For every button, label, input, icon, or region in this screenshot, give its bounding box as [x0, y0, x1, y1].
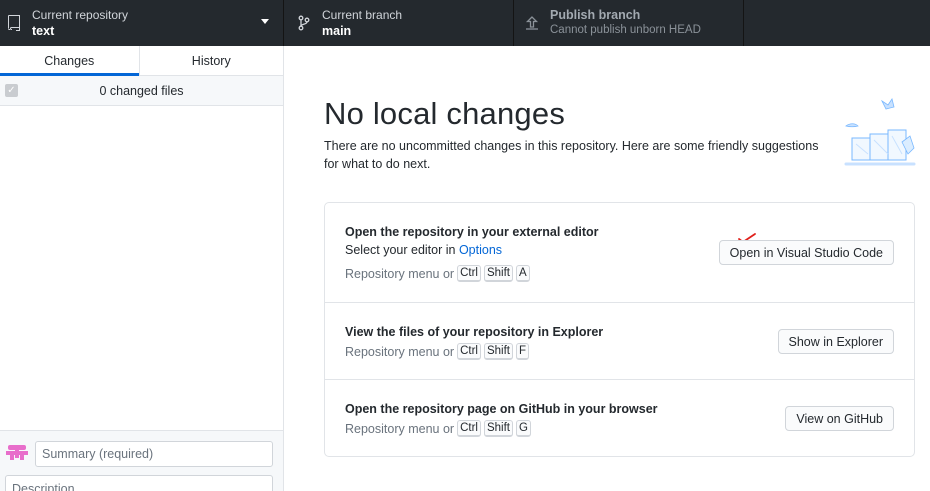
current-branch-label: Current branch — [322, 7, 403, 22]
kbd-ctrl: Ctrl — [457, 343, 481, 360]
caret-down-icon — [261, 19, 269, 24]
tab-changes[interactable]: Changes — [0, 46, 139, 76]
kbd-ctrl: Ctrl — [457, 265, 481, 282]
suggestion-description: Select your editor in Options — [345, 243, 502, 257]
suggestion-title: Open the repository page on GitHub in yo… — [345, 402, 658, 416]
page-title: No local changes — [324, 96, 566, 131]
current-repository-value: text — [32, 23, 55, 38]
current-branch-button[interactable]: Current branch main — [284, 0, 514, 46]
commit-area — [0, 430, 283, 491]
publish-branch-status: Cannot publish unborn HEAD — [550, 24, 701, 36]
kbd-a: A — [515, 265, 530, 282]
page-subtitle: There are no uncommitted changes in this… — [324, 139, 819, 171]
suggestions-panel: Open the repository in your external edi… — [324, 202, 915, 457]
options-link[interactable]: Options — [459, 243, 502, 257]
keyboard-shortcut: Repository menu or Ctrl Shift F — [345, 343, 530, 360]
commit-summary-input[interactable] — [35, 441, 273, 467]
shortcut-prefix: Repository menu or — [345, 266, 455, 281]
suggestion-title: Open the repository in your external edi… — [345, 225, 599, 239]
suggestion-description-text: Select your editor in — [345, 243, 459, 257]
current-branch-value: main — [322, 23, 352, 38]
shortcut-prefix: Repository menu or — [345, 421, 455, 436]
checkbox-icon[interactable]: ✓ — [5, 84, 18, 97]
current-repository-label: Current repository — [32, 7, 129, 22]
publish-branch-label: Publish branch — [550, 8, 641, 22]
changed-files-count: 0 changed files — [99, 83, 184, 98]
git-branch-icon — [296, 15, 312, 31]
suggestion-show-in-explorer: View the files of your repository in Exp… — [325, 303, 914, 380]
kbd-shift: Shift — [483, 420, 513, 437]
suggestion-external-editor: Open the repository in your external edi… — [325, 203, 914, 303]
main-content: No local changes There are no uncommitte… — [284, 46, 930, 491]
keyboard-shortcut: Repository menu or Ctrl Shift A — [345, 265, 530, 282]
open-in-vscode-button[interactable]: Open in Visual Studio Code — [718, 240, 894, 265]
empty-state-illustration — [844, 98, 916, 166]
kbd-shift: Shift — [483, 265, 513, 282]
current-repository-button[interactable]: Current repository text — [0, 0, 284, 46]
kbd-g: G — [515, 420, 531, 437]
sidebar-tabs: Changes History — [0, 46, 283, 76]
kbd-ctrl: Ctrl — [457, 420, 481, 437]
upload-icon — [524, 15, 540, 31]
tab-history[interactable]: History — [138, 46, 283, 75]
kbd-shift: Shift — [483, 343, 513, 360]
commit-description-input[interactable] — [5, 475, 273, 491]
publish-branch-button[interactable]: Publish branch Cannot publish unborn HEA… — [514, 0, 744, 46]
suggestion-title: View the files of your repository in Exp… — [345, 325, 604, 339]
suggestion-view-on-github: Open the repository page on GitHub in yo… — [325, 380, 914, 456]
shortcut-prefix: Repository menu or — [345, 344, 455, 359]
repo-icon — [6, 15, 22, 31]
view-on-github-button[interactable]: View on GitHub — [785, 406, 894, 431]
toolbar: Current repository text Current branch m… — [0, 0, 930, 46]
avatar-icon — [6, 442, 28, 464]
changed-files-header: ✓ 0 changed files — [0, 76, 283, 106]
keyboard-shortcut: Repository menu or Ctrl Shift G — [345, 420, 531, 437]
show-in-explorer-button[interactable]: Show in Explorer — [777, 329, 894, 354]
sidebar: Changes History ✓ 0 changed files — [0, 46, 284, 491]
kbd-f: F — [515, 343, 530, 360]
